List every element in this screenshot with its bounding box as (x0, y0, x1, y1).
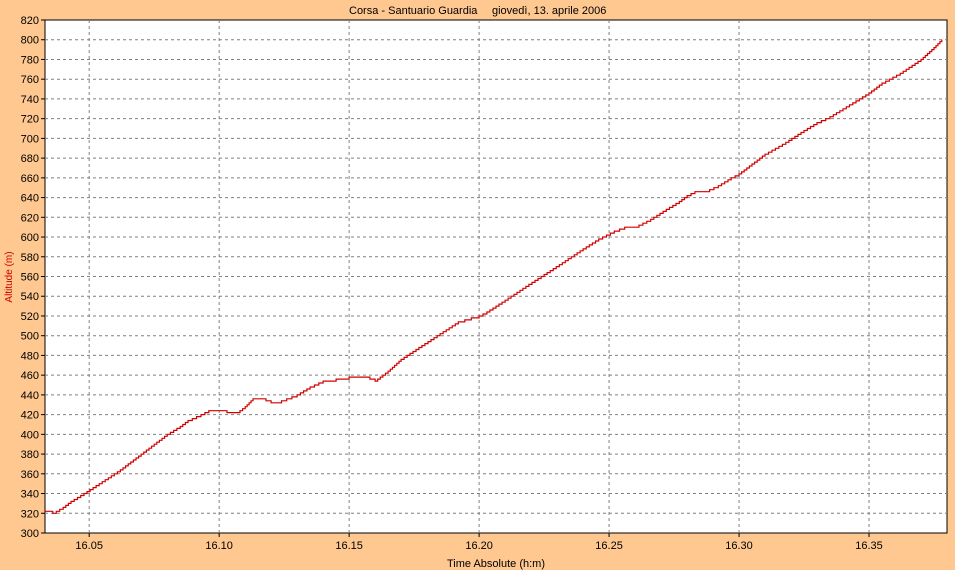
y-tick-label: 340 (21, 489, 39, 501)
y-tick-label: 480 (21, 350, 39, 362)
y-tick-label: 740 (21, 94, 39, 106)
y-tick-label: 660 (21, 173, 39, 185)
y-tick-label: 300 (21, 528, 39, 540)
y-tick-label: 680 (21, 153, 39, 165)
chart-title-right: giovedì, 13. aprile 2006 (492, 5, 606, 17)
x-tick-label: 16.05 (75, 540, 103, 552)
y-tick-label: 440 (21, 390, 39, 402)
x-axis-label: Time Absolute (h:m) (447, 558, 545, 570)
y-tick-label: 800 (21, 35, 39, 47)
y-tick-label: 600 (21, 232, 39, 244)
y-tick-label: 620 (21, 212, 39, 224)
y-tick-label: 400 (21, 429, 39, 441)
x-tick-label: 16.25 (595, 540, 623, 552)
y-tick-label: 560 (21, 272, 39, 284)
y-tick-label: 360 (21, 469, 39, 481)
altitude-chart: Corsa - Santuario Guardia giovedì, 13. a… (0, 0, 955, 570)
x-tick-label: 16.20 (465, 540, 493, 552)
y-tick-label: 700 (21, 133, 39, 145)
y-tick-label: 820 (21, 15, 39, 27)
x-tick-label: 16.30 (725, 540, 753, 552)
chart-title-left: Corsa - Santuario Guardia (349, 5, 478, 17)
y-tick-label: 380 (21, 449, 39, 461)
x-tick-label: 16.35 (855, 540, 883, 552)
y-tick-label: 580 (21, 252, 39, 264)
y-tick-label: 420 (21, 410, 39, 422)
x-tick-label: 16.15 (335, 540, 363, 552)
y-tick-label: 460 (21, 370, 39, 382)
y-axis-label: Altitude (m) (4, 251, 15, 302)
y-tick-label: 320 (21, 508, 39, 520)
y-tick-label: 540 (21, 291, 39, 303)
y-tick-label: 780 (21, 54, 39, 66)
y-tick-label: 720 (21, 114, 39, 126)
x-tick-label: 16.10 (205, 540, 233, 552)
y-tick-label: 520 (21, 311, 39, 323)
y-tick-label: 760 (21, 74, 39, 86)
y-tick-label: 640 (21, 193, 39, 205)
y-tick-label: 500 (21, 331, 39, 343)
